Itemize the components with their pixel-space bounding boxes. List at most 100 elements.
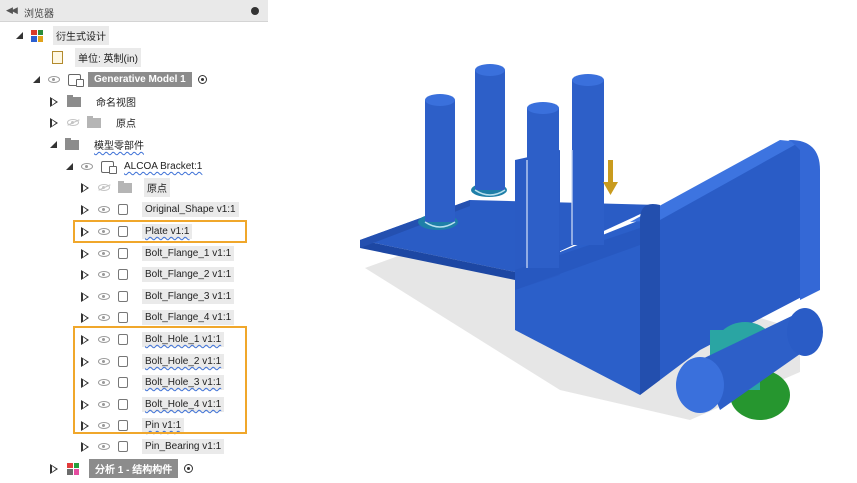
tree-node-root[interactable]: 衍生式设计 (16, 25, 109, 46)
collapse-triangle-icon[interactable] (81, 312, 89, 323)
visibility-eye-icon[interactable] (81, 163, 93, 170)
bracket-origin-label[interactable]: 原点 (144, 178, 170, 197)
body-label[interactable]: Bolt_Hole_1 v1:1 (142, 332, 225, 347)
collapse-triangle-icon[interactable] (81, 269, 89, 280)
body-label[interactable]: Bolt_Flange_4 v1:1 (142, 310, 235, 325)
visibility-eye-icon[interactable] (98, 228, 110, 235)
tree-node-body[interactable]: Bolt_Flange_4 v1:1 (81, 307, 235, 328)
component-icon (101, 160, 117, 174)
body-label[interactable]: Bolt_Flange_2 v1:1 (142, 267, 235, 282)
load-arrow-icon (603, 182, 618, 195)
body-label[interactable]: Pin_Bearing v1:1 (142, 439, 225, 454)
bolt-top (425, 94, 455, 106)
visibility-eye-icon[interactable] (98, 271, 110, 278)
body-label[interactable]: Bolt_Hole_3 v1:1 (142, 375, 225, 390)
collapse-triangle-icon[interactable] (81, 399, 89, 410)
tree-node-analysis[interactable]: 分析 1 - 结构构件 (50, 458, 194, 479)
root-label[interactable]: 衍生式设计 (53, 26, 109, 45)
collapse-triangle-icon[interactable] (81, 334, 89, 345)
tree-node-body[interactable]: Bolt_Hole_3 v1:1 (81, 372, 225, 393)
visibility-eye-icon[interactable] (98, 336, 110, 343)
expand-triangle-icon[interactable] (16, 32, 23, 39)
bolt-top (475, 64, 505, 76)
analysis-icon (67, 462, 79, 475)
tree-node-body[interactable]: Bolt_Flange_3 v1:1 (81, 286, 235, 307)
hidden-eye-icon[interactable] (67, 119, 79, 126)
tree-node-body[interactable]: Bolt_Flange_1 v1:1 (81, 243, 235, 264)
tree-node-origin[interactable]: 原点 (50, 112, 139, 133)
origin-label[interactable]: 原点 (113, 113, 139, 132)
collapse-triangle-icon[interactable] (81, 291, 89, 302)
body-label[interactable]: Bolt_Hole_4 v1:1 (142, 397, 225, 412)
tree-node-bracket-origin[interactable]: 原点 (81, 177, 170, 198)
pin-far-end (787, 308, 823, 356)
body-icon (118, 334, 128, 345)
visibility-eye-icon[interactable] (98, 358, 110, 365)
options-dot-icon[interactable] (251, 7, 259, 15)
tree-node-units[interactable]: 单位: 英制(in) (52, 47, 141, 68)
tree-node-named-views[interactable]: 命名视图 (50, 91, 139, 112)
folder-icon (87, 115, 101, 128)
model-viewport[interactable] (272, 0, 857, 480)
visibility-eye-icon[interactable] (98, 250, 110, 257)
body-label[interactable]: Bolt_Flange_1 v1:1 (142, 246, 235, 261)
collapse-triangle-icon[interactable] (81, 356, 89, 367)
collapse-triangle-icon[interactable] (81, 182, 89, 193)
collapse-triangle-icon[interactable] (81, 377, 89, 388)
double-chevron-left-icon[interactable]: ◀◀ (6, 5, 18, 16)
expand-triangle-icon[interactable] (66, 163, 73, 170)
visibility-eye-icon[interactable] (98, 401, 110, 408)
visibility-eye-icon[interactable] (98, 443, 110, 450)
expand-triangle-icon[interactable] (50, 141, 57, 148)
tree-node-generative-model[interactable]: Generative Model 1 (33, 69, 207, 90)
tree-node-body[interactable]: Bolt_Hole_1 v1:1 (81, 329, 225, 350)
document-icon (52, 51, 63, 64)
named-views-label[interactable]: 命名视图 (93, 92, 139, 111)
bracket-label[interactable]: ALCOA Bracket:1 (121, 159, 205, 174)
tree-node-body[interactable]: Bolt_Hole_4 v1:1 (81, 394, 225, 415)
body-label[interactable]: Original_Shape v1:1 (142, 202, 239, 217)
collapse-triangle-icon[interactable] (50, 96, 58, 107)
model-label[interactable]: Generative Model 1 (88, 72, 192, 87)
tree-node-body[interactable]: Original_Shape v1:1 (81, 199, 239, 220)
tree-node-body[interactable]: Pin v1:1 (81, 415, 185, 436)
tree-node-body[interactable]: Bolt_Flange_2 v1:1 (81, 264, 235, 285)
body-label[interactable]: Bolt_Hole_2 v1:1 (142, 354, 225, 369)
collapse-triangle-icon[interactable] (81, 248, 89, 259)
analysis-label[interactable]: 分析 1 - 结构构件 (89, 459, 179, 478)
bolt-cylinder (527, 108, 559, 268)
tree-node-body[interactable]: Pin_Bearing v1:1 (81, 436, 225, 457)
collapse-triangle-icon[interactable] (81, 204, 89, 215)
collapse-triangle-icon[interactable] (81, 441, 89, 452)
visibility-eye-icon[interactable] (98, 293, 110, 300)
load-arrow-shaft (608, 160, 613, 182)
bolt-cylinder (475, 70, 505, 190)
bolt-cylinder (425, 100, 455, 222)
tree-node-body[interactable]: Bolt_Hole_2 v1:1 (81, 351, 225, 372)
block-rounded-edge (640, 204, 660, 395)
units-label[interactable]: 单位: 英制(in) (75, 48, 141, 67)
tree-node-alcoa-bracket[interactable]: ALCOA Bracket:1 (66, 156, 205, 177)
collapse-triangle-icon[interactable] (50, 463, 58, 474)
browser-title: 浏览器 (24, 9, 54, 20)
activate-radio-icon[interactable] (184, 464, 194, 473)
visibility-eye-icon[interactable] (98, 206, 110, 213)
collapse-triangle-icon[interactable] (50, 117, 58, 128)
expand-triangle-icon[interactable] (33, 76, 40, 83)
activate-radio-icon[interactable] (197, 75, 207, 84)
tree-node-model-components[interactable]: 模型零部件 (50, 134, 147, 155)
visibility-eye-icon[interactable] (98, 314, 110, 321)
collapse-triangle-icon[interactable] (81, 420, 89, 431)
hidden-eye-icon[interactable] (98, 184, 110, 191)
body-label[interactable]: Plate v1:1 (142, 224, 193, 239)
visibility-eye-icon[interactable] (48, 76, 60, 83)
collapse-triangle-icon[interactable] (81, 226, 89, 237)
body-label[interactable]: Bolt_Flange_3 v1:1 (142, 289, 235, 304)
visibility-eye-icon[interactable] (98, 422, 110, 429)
bolt-top (572, 74, 604, 86)
tree-node-body[interactable]: Plate v1:1 (81, 221, 193, 242)
model-components-label[interactable]: 模型零部件 (91, 135, 147, 154)
visibility-eye-icon[interactable] (98, 379, 110, 386)
body-icon (118, 204, 128, 215)
body-label[interactable]: Pin v1:1 (142, 418, 185, 433)
